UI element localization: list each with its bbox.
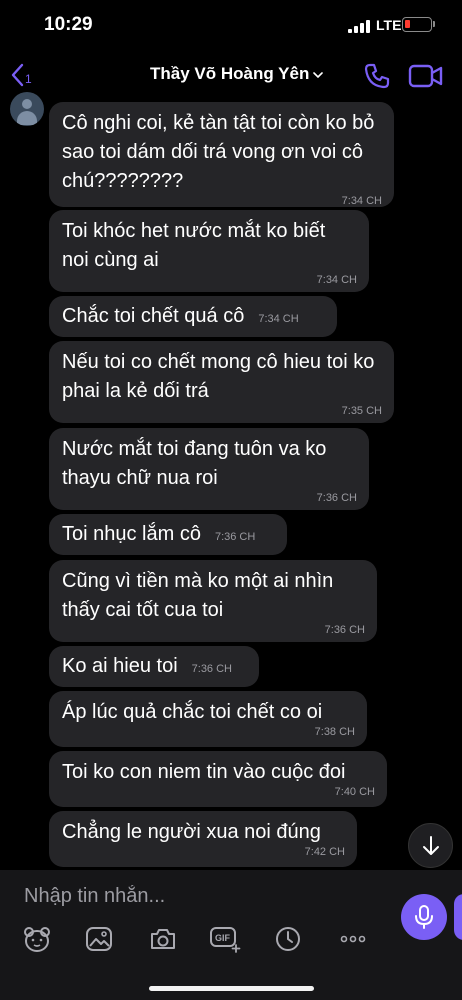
status-bar: 10:29 LTE (0, 0, 462, 52)
message-list[interactable]: Cô nghi coi, kẻ tàn tật toi còn ko bỏ sa… (0, 92, 462, 870)
message-text: Toi khóc het nước mắt ko biết noi cùng a… (62, 220, 326, 271)
scroll-to-bottom-button[interactable] (408, 823, 453, 868)
avatar[interactable] (10, 92, 44, 126)
chevron-down-icon (313, 68, 324, 82)
signal-icon (348, 19, 370, 33)
message-bubble[interactable]: Áp lúc quả chắc toi chết co oi 7:38 CH (49, 691, 367, 747)
call-button[interactable] (363, 62, 391, 90)
message-text: Cô nghi coi, kẻ tàn tật toi còn ko bỏ sa… (62, 112, 375, 192)
message-bubble[interactable]: Ko ai hieu toi 7:36 CH (49, 646, 259, 687)
back-button[interactable]: 1 (10, 63, 32, 91)
message-text: Nước mắt toi đang tuôn va ko thayu chữ n… (62, 438, 327, 489)
message-time: 7:36 CH (324, 624, 365, 636)
message-input[interactable] (24, 880, 384, 912)
svg-text:GIF: GIF (215, 933, 231, 943)
arrow-down-icon (422, 835, 439, 855)
phone-icon (364, 63, 390, 89)
scheduled-message-button[interactable] (272, 924, 304, 954)
more-icon (340, 935, 366, 943)
chevron-left-icon (10, 63, 24, 91)
voice-message-button[interactable] (401, 894, 447, 940)
message-text: Toi ko con niem tin vào cuộc đoi (62, 761, 346, 783)
message-text: Chắc toi chết quá cô (62, 305, 245, 327)
message-text: Toi nhục lắm cô (62, 523, 201, 545)
message-text: Cũng vì tiền mà ko một ai nhìn thấy cai … (62, 570, 334, 621)
camera-icon (151, 929, 175, 949)
message-time: 7:35 CH (341, 405, 382, 417)
battery-icon (402, 17, 432, 32)
message-bubble[interactable]: Toi khóc het nước mắt ko biết noi cùng a… (49, 210, 369, 292)
more-options-button[interactable] (337, 924, 369, 954)
message-text: Ko ai hieu toi (62, 655, 178, 677)
microphone-icon (415, 905, 433, 929)
camera-button[interactable] (147, 924, 179, 954)
message-bubble[interactable]: Chắc toi chết quá cô 7:34 CH (49, 296, 337, 337)
gif-button[interactable]: GIF (209, 924, 241, 954)
message-bubble[interactable]: Chẳng le người xua noi đúng 7:42 CH (49, 811, 357, 867)
message-bubble[interactable]: Toi nhục lắm cô 7:36 CH (49, 514, 287, 555)
network-label: LTE (376, 17, 402, 33)
gallery-button[interactable] (83, 924, 115, 954)
composer-toolbar: GIF (0, 924, 400, 958)
sticker-icon (24, 927, 50, 952)
message-bubble[interactable]: Toi ko con niem tin vào cuộc đoi 7:40 CH (49, 751, 387, 807)
message-time: 7:34 CH (258, 312, 299, 325)
message-time: 7:36 CH (214, 530, 256, 543)
contact-title[interactable]: Thầy Võ Hoàng Yên (150, 64, 324, 84)
home-indicator[interactable] (149, 986, 314, 991)
battery-tip (433, 21, 435, 27)
message-time: 7:34 CH (316, 274, 357, 286)
message-time: 7:40 CH (334, 786, 375, 798)
composer: GIF (0, 870, 462, 1000)
message-time: 7:36 CH (191, 662, 232, 675)
message-bubble[interactable]: Nếu toi co chết mong cô hieu toi ko phai… (49, 341, 394, 423)
message-time: 7:38 CH (314, 726, 355, 738)
message-time: 7:42 CH (304, 846, 345, 858)
unread-count: 1 (25, 72, 32, 86)
message-bubble[interactable]: Cũng vì tiền mà ko một ai nhìn thấy cai … (49, 560, 377, 642)
message-bubble[interactable]: Nước mắt toi đang tuôn va ko thayu chữ n… (49, 428, 369, 510)
video-call-button[interactable] (408, 64, 444, 88)
message-text: Áp lúc quả chắc toi chết co oi (62, 701, 323, 723)
message-text: Nếu toi co chết mong cô hieu toi ko phai… (62, 351, 375, 402)
gallery-icon (86, 927, 112, 951)
status-time: 10:29 (44, 14, 93, 35)
message-time: 7:36 CH (316, 492, 357, 504)
gif-icon: GIF (210, 927, 241, 953)
message-bubble[interactable]: Cô nghi coi, kẻ tàn tật toi còn ko bỏ sa… (49, 102, 394, 207)
side-action-button[interactable] (454, 894, 462, 940)
sticker-button[interactable] (21, 924, 53, 954)
clock-icon (276, 927, 300, 951)
message-text: Chẳng le người xua noi đúng (62, 821, 321, 843)
video-camera-icon (408, 64, 443, 88)
contact-name: Thầy Võ Hoàng Yên (150, 64, 310, 83)
